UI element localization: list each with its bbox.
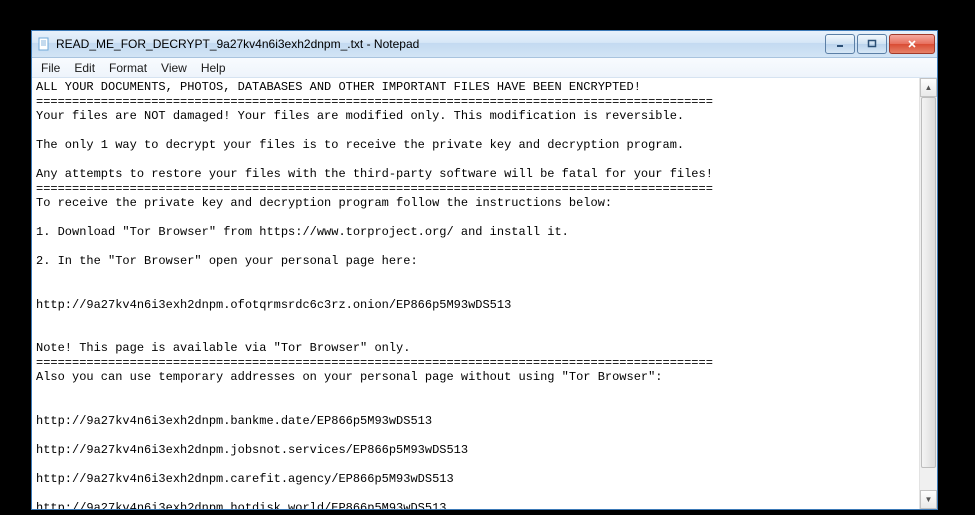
scroll-down-button[interactable]: ▼ xyxy=(920,490,937,509)
scroll-thumb[interactable] xyxy=(921,97,936,468)
window-controls xyxy=(823,34,935,54)
titlebar[interactable]: READ_ME_FOR_DECRYPT_9a27kv4n6i3exh2dnpm_… xyxy=(32,31,937,58)
menu-edit[interactable]: Edit xyxy=(67,60,102,76)
maximize-button[interactable] xyxy=(857,34,887,54)
vertical-scrollbar[interactable]: ▲ ▼ xyxy=(919,78,937,509)
notepad-window: READ_ME_FOR_DECRYPT_9a27kv4n6i3exh2dnpm_… xyxy=(31,30,938,510)
close-button[interactable] xyxy=(889,34,935,54)
minimize-button[interactable] xyxy=(825,34,855,54)
menubar: File Edit Format View Help xyxy=(32,58,937,78)
notepad-icon xyxy=(36,36,52,52)
menu-help[interactable]: Help xyxy=(194,60,233,76)
scroll-up-button[interactable]: ▲ xyxy=(920,78,937,97)
menu-format[interactable]: Format xyxy=(102,60,154,76)
menu-file[interactable]: File xyxy=(34,60,67,76)
menu-view[interactable]: View xyxy=(154,60,194,76)
text-content[interactable]: ALL YOUR DOCUMENTS, PHOTOS, DATABASES AN… xyxy=(32,78,919,509)
scroll-track[interactable] xyxy=(920,97,937,490)
client-area: ALL YOUR DOCUMENTS, PHOTOS, DATABASES AN… xyxy=(32,78,937,509)
window-title: READ_ME_FOR_DECRYPT_9a27kv4n6i3exh2dnpm_… xyxy=(56,37,823,51)
